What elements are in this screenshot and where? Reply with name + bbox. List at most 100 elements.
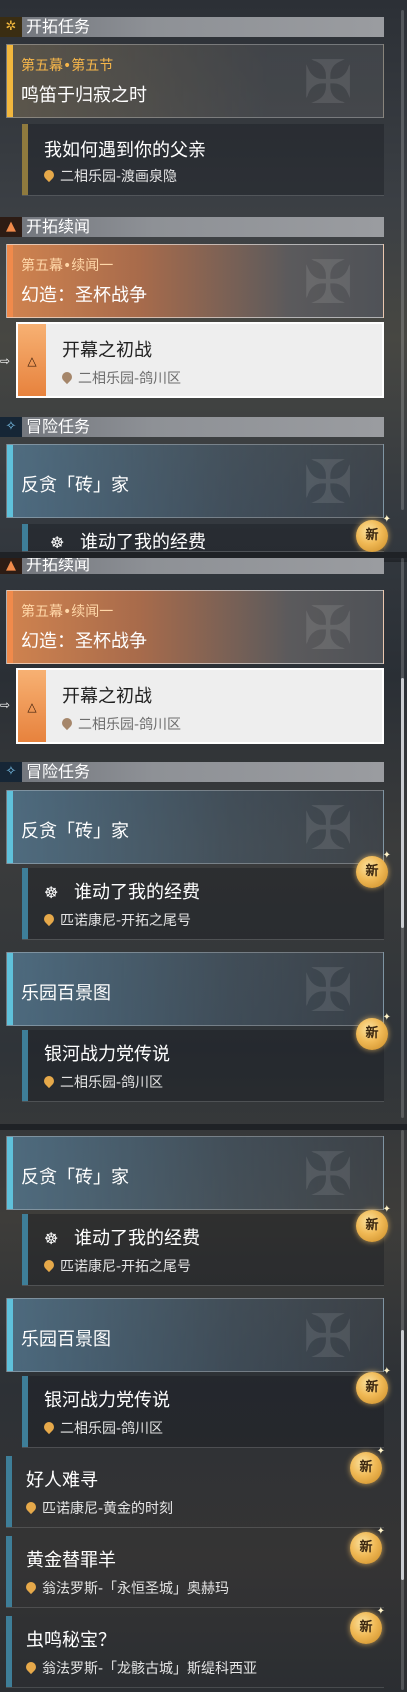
mascot-icon: ☸: [44, 1229, 59, 1248]
scrollbar-thumb[interactable]: [401, 678, 404, 928]
location-pin-icon: [41, 911, 57, 927]
section-title: 冒险任务: [26, 762, 91, 781]
new-badge: 新 ✦: [350, 1447, 385, 1484]
location-pin-icon: [41, 167, 57, 183]
location-pin-icon: [59, 715, 75, 731]
scrollbar-thumb[interactable]: [401, 1330, 404, 1580]
quest-accent-bar: [7, 1299, 13, 1371]
subtask-title: 开幕之初战: [62, 340, 152, 361]
quest-list-strip-2: ▲ 开拓续闻 第五幕•续闻一 幻造：圣杯战争 ✠ ⇨ △ 开幕之初战 二相乐园-…: [0, 558, 407, 1124]
selected-accent-bar: △: [18, 670, 46, 742]
subtask-location: 二相乐园-鸽川区: [59, 368, 181, 388]
section-title: 开拓续闻: [26, 558, 91, 574]
mascot-icon: ☸: [50, 533, 65, 552]
quest-location: 匹诺康尼-黄金的时刻: [23, 1498, 173, 1518]
adventure-group-card[interactable]: 反贪「砖」家 ✠: [6, 790, 384, 864]
quest-title: 幻造：圣杯战争: [21, 631, 147, 652]
sparkle-icon: ✦: [382, 850, 391, 861]
quest-title: 黄金替罪羊: [26, 1550, 116, 1571]
main-quest-card[interactable]: 第五幕•第五节 鸣笛于归寂之时 ✠: [6, 44, 384, 118]
quest-accent-bar: [7, 791, 13, 863]
adventure-subtask[interactable]: 银河战力党传说 二相乐园-鸽川区: [22, 1030, 384, 1102]
location-pin-icon: [23, 1579, 39, 1595]
emblem-watermark-icon: ✠: [302, 1140, 354, 1210]
sparkle-icon: ✦: [382, 514, 391, 525]
location-pin-icon: [59, 369, 75, 385]
companion-subtask-selected[interactable]: △ 开幕之初战 二相乐园-鸽川区: [16, 668, 384, 744]
quest-accent-bar: [7, 245, 13, 317]
section-header-adventure[interactable]: ✧ 冒险任务: [0, 417, 384, 437]
adventure-subtask[interactable]: ☸ 谁动了我的经费 匹诺康尼-开拓之尾号: [22, 1214, 384, 1286]
new-badge: 新 ✦: [356, 1367, 391, 1404]
new-badge: 新 ✦: [356, 1013, 391, 1050]
sparkle-icon: ✦: [382, 1366, 391, 1377]
new-badge: 新 ✦: [350, 1607, 385, 1644]
emblem-watermark-icon: ✠: [302, 594, 354, 664]
location-pin-icon: [41, 1419, 57, 1435]
section-header-trailblaze-continued[interactable]: ▲ 开拓续闻: [0, 558, 384, 574]
subtask-accent-bar: [22, 524, 28, 551]
main-quest-subtask[interactable]: 我如何遇到你的父亲 二相乐园-渡画泉隐: [22, 124, 384, 196]
adventure-subtask-peek[interactable]: ☸ 谁动了我的经费: [22, 524, 384, 552]
group-title: 乐园百景图: [21, 1329, 111, 1350]
group-title: 反贪「砖」家: [21, 475, 129, 496]
selection-pointer-icon: ⇨: [0, 698, 11, 712]
quest-accent-bar: [7, 45, 13, 117]
companion-quest-card[interactable]: 第五幕•续闻一 幻造：圣杯战争 ✠: [6, 244, 384, 318]
emblem-watermark-icon: ✠: [302, 248, 354, 318]
subtask-accent-bar: [22, 1214, 28, 1285]
quest-chapter: 第五幕•第五节: [21, 58, 114, 74]
adventure-group-card[interactable]: 乐园百景图 ✠: [6, 1298, 384, 1372]
scrollbar-track[interactable]: [401, 10, 404, 510]
new-badge: 新 ✦: [356, 515, 391, 552]
quest-location: 翁法罗斯-「龙骸古城」斯缇科西亚: [23, 1658, 257, 1678]
subtask-location: 二相乐园-鸽川区: [41, 1072, 163, 1092]
triangle-icon: △: [27, 354, 37, 368]
section-title: 开拓任务: [26, 17, 91, 36]
section-header-adventure[interactable]: ✧ 冒险任务: [0, 762, 384, 782]
quest-chapter: 第五幕•续闻一: [21, 258, 114, 274]
selected-accent-bar: △: [18, 324, 46, 396]
subtask-title: 开幕之初战: [62, 686, 152, 707]
quest-accent-bar: [6, 1616, 12, 1687]
emblem-watermark-icon: ✠: [302, 794, 354, 864]
diamond-icon: ✧: [0, 417, 22, 437]
new-badge: 新 ✦: [356, 1205, 391, 1242]
sparkle-icon: ✦: [376, 1526, 385, 1537]
adventure-subtask[interactable]: ☸ 谁动了我的经费 匹诺康尼-开拓之尾号: [22, 868, 384, 940]
location-pin-icon: [23, 1499, 39, 1515]
location-pin-icon: [41, 1257, 57, 1273]
quest-title: 幻造：圣杯战争: [21, 285, 147, 306]
location-pin-icon: [23, 1659, 39, 1675]
quest-accent-bar: [6, 1456, 12, 1527]
subtask-location: 匹诺康尼-开拓之尾号: [41, 1256, 191, 1276]
adventure-quest-item[interactable]: 黄金替罪羊 翁法罗斯-「永恒圣城」奥赫玛: [6, 1536, 384, 1608]
quest-title: 鸣笛于归寂之时: [21, 85, 147, 106]
subtask-accent-bar: [22, 1376, 28, 1447]
quest-accent-bar: [7, 591, 13, 663]
quest-accent-bar: [6, 1536, 12, 1607]
section-header-trailblaze[interactable]: ✲ 开拓任务: [0, 17, 384, 37]
adventure-group-card[interactable]: 乐园百景图 ✠: [6, 952, 384, 1026]
sparkle-icon: ✦: [382, 1012, 391, 1023]
adventure-subtask[interactable]: 银河战力党传说 二相乐园-鸽川区: [22, 1376, 384, 1448]
triangle-icon: △: [27, 700, 37, 714]
quest-list-strip-3: 反贪「砖」家 ✠ ☸ 谁动了我的经费 匹诺康尼-开拓之尾号 新 ✦ 乐园百景图 ✠ …: [0, 1130, 407, 1692]
adventure-quest-item[interactable]: 好人难寻 匹诺康尼-黄金的时刻: [6, 1456, 384, 1528]
section-header-trailblaze-continued[interactable]: ▲ 开拓续闻: [0, 217, 384, 237]
subtask-accent-bar: [22, 1030, 28, 1101]
adventure-group-card[interactable]: 反贪「砖」家 ✠: [6, 444, 384, 518]
emblem-watermark-icon: ✠: [302, 956, 354, 1026]
adventure-group-card[interactable]: 反贪「砖」家 ✠: [6, 1136, 384, 1210]
subtask-title: 我如何遇到你的父亲: [44, 140, 206, 161]
quest-accent-bar: [7, 953, 13, 1025]
companion-subtask-selected[interactable]: △ 开幕之初战 二相乐园-鸽川区: [16, 322, 384, 398]
companion-quest-card[interactable]: 第五幕•续闻一 幻造：圣杯战争 ✠: [6, 590, 384, 664]
subtask-location: 二相乐园-渡画泉隐: [41, 166, 177, 186]
adventure-quest-item[interactable]: 虫鸣秘宝？ 翁法罗斯-「龙骸古城」斯缇科西亚: [6, 1616, 384, 1688]
group-title: 乐园百景图: [21, 983, 111, 1004]
new-badge: 新 ✦: [350, 1527, 385, 1564]
subtask-accent-bar: [22, 124, 28, 195]
location-pin-icon: [41, 1073, 57, 1089]
sparkle-icon: ✦: [382, 1204, 391, 1215]
